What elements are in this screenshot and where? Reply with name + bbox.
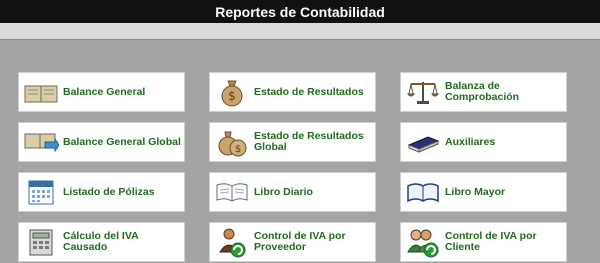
report-listado-polizas-button[interactable]: Listado de Pólizas (18, 172, 185, 212)
ledger-book-icon (23, 77, 59, 107)
report-balance-general-button[interactable]: Balance General (18, 72, 185, 112)
report-balanza-comprobacion-button[interactable]: Balanza de Comprobación (400, 72, 567, 112)
calendar-icon (23, 177, 59, 207)
svg-text:$: $ (228, 89, 236, 103)
report-auxiliares-button[interactable]: Auxiliares (400, 122, 567, 162)
money-bag-icon: $ (214, 77, 250, 107)
report-estado-resultados-button[interactable]: $ Estado de Resultados (209, 72, 376, 112)
report-label: Libro Diario (254, 185, 313, 198)
calculator-icon (23, 227, 59, 257)
open-book-blue-icon (405, 177, 441, 207)
report-label: Control de IVA por Proveedor (254, 230, 346, 253)
svg-text:$: $ (235, 144, 241, 155)
money-bags-icon: $ (214, 127, 250, 157)
report-libro-diario-button[interactable]: Libro Diario (209, 172, 376, 212)
toolbar-strip (0, 23, 600, 40)
report-label: Control de IVA por Cliente (445, 230, 537, 253)
people-refresh-icon (405, 227, 441, 258)
report-label: Balance General (63, 85, 146, 98)
report-control-iva-proveedor-button[interactable]: Control de IVA por Proveedor (209, 222, 376, 262)
report-label: Listado de Pólizas (63, 185, 155, 198)
report-label: Cálculo del IVA Causado (63, 230, 139, 253)
report-label: Libro Mayor (445, 185, 506, 198)
scale-icon (405, 77, 441, 107)
report-label: Balance General Global (63, 135, 181, 148)
person-refresh-icon (214, 227, 250, 258)
ledger-book-arrow-icon (23, 127, 59, 157)
book-stack-icon (405, 127, 441, 157)
report-label: Estado de Resultados Global (254, 130, 364, 153)
report-libro-mayor-button[interactable]: Libro Mayor (400, 172, 567, 212)
report-balance-general-global-button[interactable]: Balance General Global (18, 122, 185, 162)
report-calculo-iva-button[interactable]: Cálculo del IVA Causado (18, 222, 185, 262)
open-book-icon (214, 177, 250, 207)
report-estado-resultados-global-button[interactable]: $ Estado de Resultados Global (209, 122, 376, 162)
window-title: Reportes de Contabilidad (215, 3, 385, 20)
report-label: Auxiliares (445, 135, 496, 148)
window-title-bar: Reportes de Contabilidad (0, 0, 600, 23)
report-label: Balanza de Comprobación (445, 80, 520, 103)
report-control-iva-cliente-button[interactable]: Control de IVA por Cliente (400, 222, 567, 262)
report-label: Estado de Resultados (254, 85, 364, 98)
